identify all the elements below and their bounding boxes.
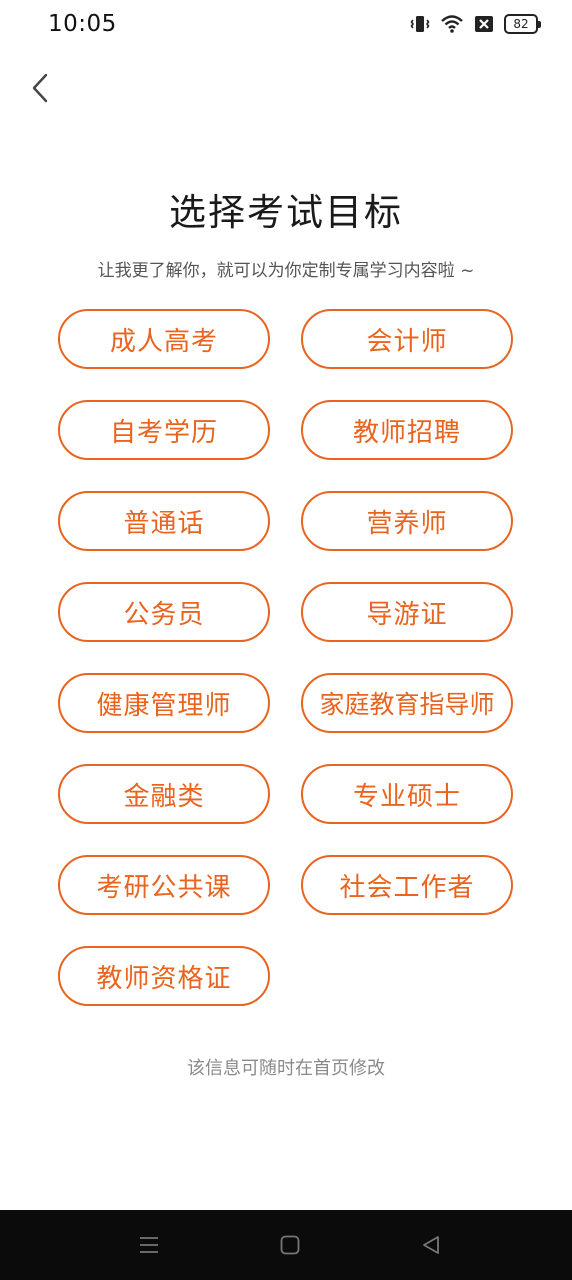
screen: 10:05 82 选择考试目标 让我更了解你，就可以为你定制专属学习内容啦 ~ … — [0, 0, 572, 1280]
exam-options-grid: 成人高考 会计师 自考学历 教师招聘 普通话 营养师 公务员 导游证 健康管理师… — [58, 309, 514, 1006]
nav-back-button[interactable] — [416, 1230, 446, 1260]
option-accountant[interactable]: 会计师 — [301, 309, 513, 369]
home-icon — [280, 1235, 300, 1255]
option-social-worker[interactable]: 社会工作者 — [301, 855, 513, 915]
page-subtitle: 让我更了解你，就可以为你定制专属学习内容啦 ~ — [97, 261, 475, 281]
page-title: 选择考试目标 — [169, 191, 403, 234]
option-family-education-instructor[interactable]: 家庭教育指导师 — [301, 673, 513, 733]
home-button[interactable] — [275, 1230, 305, 1260]
option-teacher-recruitment[interactable]: 教师招聘 — [301, 400, 513, 460]
option-health-manager[interactable]: 健康管理师 — [58, 673, 270, 733]
status-time: 10:05 — [48, 11, 117, 37]
back-button[interactable] — [22, 68, 58, 108]
option-teacher-certificate[interactable]: 教师资格证 — [58, 946, 270, 1006]
chevron-left-icon — [32, 73, 48, 103]
option-postgrad-public-course[interactable]: 考研公共课 — [58, 855, 270, 915]
option-mandarin[interactable]: 普通话 — [58, 491, 270, 551]
option-civil-servant[interactable]: 公务员 — [58, 582, 270, 642]
battery-level: 82 — [513, 17, 529, 31]
option-professional-master[interactable]: 专业硕士 — [301, 764, 513, 824]
footer-note: 该信息可随时在首页修改 — [187, 1058, 385, 1079]
back-triangle-icon — [423, 1236, 439, 1254]
sim-off-icon — [474, 14, 494, 34]
option-tour-guide[interactable]: 导游证 — [301, 582, 513, 642]
option-finance[interactable]: 金融类 — [58, 764, 270, 824]
vibrate-icon — [410, 14, 430, 34]
menu-button[interactable] — [134, 1230, 164, 1260]
menu-icon — [140, 1237, 158, 1253]
wifi-icon — [440, 14, 464, 34]
option-self-study-degree[interactable]: 自考学历 — [58, 400, 270, 460]
battery-icon: 82 — [504, 14, 541, 34]
option-adult-college-exam[interactable]: 成人高考 — [58, 309, 270, 369]
option-nutritionist[interactable]: 营养师 — [301, 491, 513, 551]
status-bar: 10:05 82 — [0, 0, 572, 52]
status-icons: 82 — [410, 14, 541, 34]
system-nav-bar — [0, 1210, 572, 1280]
